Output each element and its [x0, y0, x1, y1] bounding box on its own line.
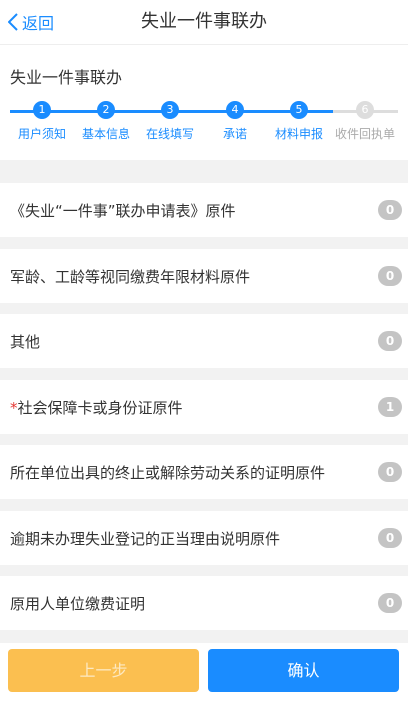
- step-label: 承诺: [222, 127, 247, 141]
- page-title: 失业一件事联办: [141, 11, 267, 32]
- material-row[interactable]: 原用人单位缴费证明 0: [0, 576, 408, 630]
- step-dot: 3: [161, 101, 179, 119]
- section-title: 失业一件事联办: [10, 68, 123, 87]
- step-dot: 6: [356, 101, 374, 119]
- step-materials: 5 材料申报: [268, 100, 330, 142]
- count-badge: 0: [378, 331, 402, 351]
- step-receipt: 6 收件回执单: [334, 100, 396, 142]
- material-row[interactable]: 《失业“一件事”联办申请表》原件 0: [0, 183, 408, 237]
- step-dot: 4: [226, 101, 244, 119]
- count-badge: 0: [378, 593, 402, 613]
- material-row[interactable]: 其他 0: [0, 314, 408, 368]
- step-dot: 1: [33, 101, 51, 119]
- material-row[interactable]: 军龄、工龄等视同缴费年限材料原件 0: [0, 249, 408, 303]
- count-badge: 0: [378, 200, 402, 220]
- material-name: 逾期未办理失业登记的正当理由说明原件: [10, 529, 281, 548]
- confirm-button[interactable]: 确认: [208, 649, 399, 692]
- navbar: 返回 失业一件事联办: [0, 0, 408, 45]
- step-label: 用户须知: [17, 127, 66, 141]
- step-dot: 5: [290, 101, 308, 119]
- step-online-fill: 3 在线填写: [139, 100, 201, 142]
- material-name: 军龄、工龄等视同缴费年限材料原件: [10, 267, 251, 286]
- footer-bar: 上一步 确认: [0, 643, 408, 703]
- progress-stepper: 1 用户须知 2 基本信息 3 在线填写 4 承诺 5 材料申报 6 收件回执单: [0, 100, 408, 150]
- previous-step-button[interactable]: 上一步: [8, 649, 199, 692]
- step-dot: 2: [97, 101, 115, 119]
- material-name: 其他: [10, 332, 41, 351]
- materials-list: 《失业“一件事”联办申请表》原件 0 军龄、工龄等视同缴费年限材料原件 0 其他…: [0, 160, 408, 643]
- material-row[interactable]: *社会保障卡或身份证原件 1: [0, 380, 408, 434]
- count-badge: 0: [378, 266, 402, 286]
- count-badge: 0: [378, 462, 402, 482]
- step-label: 材料申报: [274, 127, 323, 141]
- required-mark: *: [10, 398, 18, 417]
- material-name: 《失业“一件事”联办申请表》原件: [10, 201, 236, 220]
- step-label: 在线填写: [145, 127, 194, 141]
- step-user-notice: 1 用户须知: [11, 100, 73, 142]
- material-name: 原用人单位缴费证明: [10, 594, 146, 613]
- material-name: 社会保障卡或身份证原件: [17, 398, 183, 417]
- step-commitment: 4 承诺: [204, 100, 266, 142]
- count-badge: 0: [378, 528, 402, 548]
- count-badge: 1: [378, 397, 402, 417]
- material-row[interactable]: 所在单位出具的终止或解除劳动关系的证明原件 0: [0, 445, 408, 499]
- material-row[interactable]: 逾期未办理失业登记的正当理由说明原件 0: [0, 511, 408, 565]
- step-label: 基本信息: [81, 127, 130, 141]
- material-name: 所在单位出具的终止或解除劳动关系的证明原件: [10, 463, 326, 482]
- step-label: 收件回执单: [334, 127, 395, 141]
- step-basic-info: 2 基本信息: [75, 100, 137, 142]
